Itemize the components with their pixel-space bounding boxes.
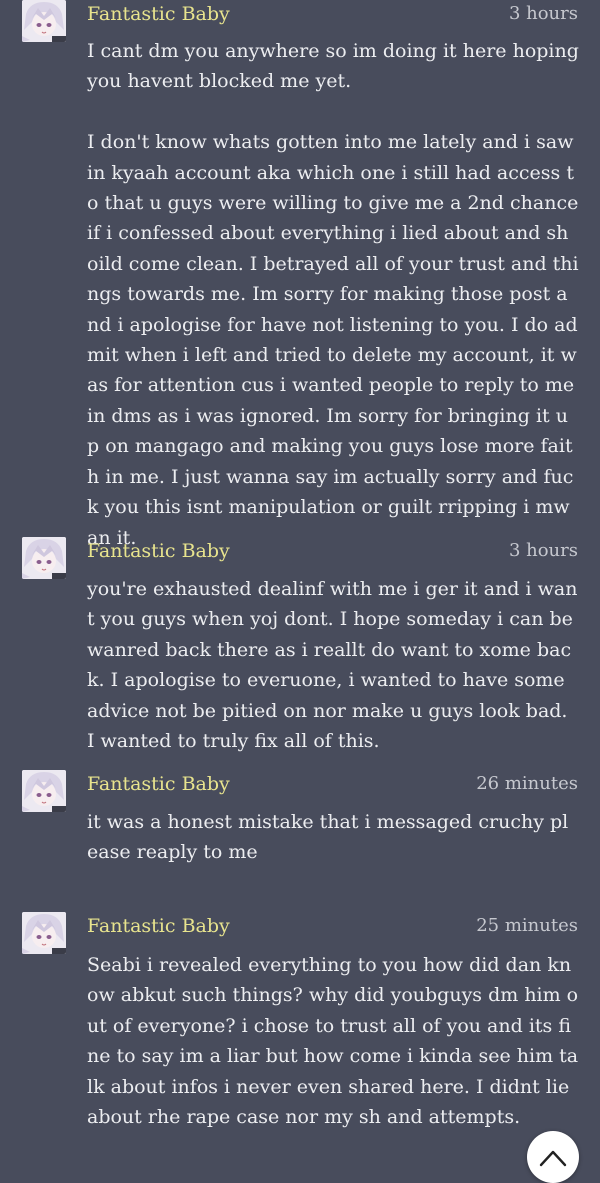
username[interactable]: Fantastic Baby	[87, 915, 230, 937]
username[interactable]: Fantastic Baby	[87, 540, 230, 562]
timestamp: 3 hours	[508, 3, 578, 24]
user-avatar[interactable]	[22, 0, 66, 42]
timestamp: 25 minutes	[476, 915, 578, 936]
user-avatar[interactable]	[22, 537, 66, 579]
anime-avatar-icon	[22, 0, 66, 42]
chevron-up-icon	[539, 1150, 567, 1167]
scroll-to-top-button[interactable]	[527, 1131, 579, 1183]
comment-text: I cant dm you anywhere so im doing it he…	[87, 40, 579, 549]
anime-avatar-icon	[22, 912, 66, 954]
user-avatar[interactable]	[22, 912, 66, 954]
anime-avatar-icon	[22, 770, 66, 812]
user-avatar[interactable]	[22, 770, 66, 812]
anime-avatar-icon	[22, 537, 66, 579]
comment-text: it was a honest mistake that i messaged …	[87, 811, 569, 864]
comment-item: Fantastic Baby 26 minutes it was a hones…	[0, 770, 600, 880]
comment-item: Fantastic Baby 3 hours I cant dm you any…	[0, 0, 600, 549]
comment-text: you're exhausted dealinf with me i ger i…	[87, 578, 579, 753]
username[interactable]: Fantastic Baby	[87, 773, 230, 795]
timestamp: 3 hours	[508, 540, 578, 561]
timestamp: 26 minutes	[476, 773, 578, 794]
username[interactable]: Fantastic Baby	[87, 3, 230, 25]
comment-item: Fantastic Baby 25 minutes Seabi i reveal…	[0, 912, 600, 1128]
comment-text: Seabi i revealed everything to you how d…	[87, 954, 579, 1129]
comment-item: Fantastic Baby 3 hours you're exhausted …	[0, 537, 600, 752]
